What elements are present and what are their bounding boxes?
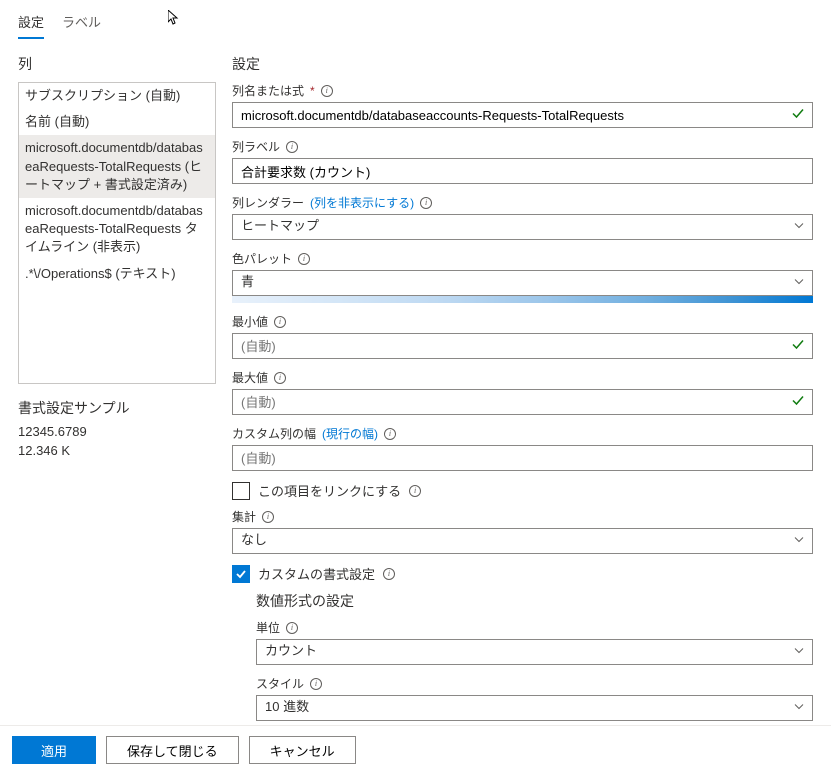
style-select[interactable]: 10 進数 [256,695,813,721]
info-icon[interactable]: i [286,141,298,153]
format-sample-title: 書式設定サンプル [18,398,216,418]
column-item[interactable]: 名前 (自動) [19,109,215,135]
custom-format-checkbox[interactable] [232,565,250,583]
info-icon[interactable]: i [262,511,274,523]
info-icon[interactable]: i [321,85,333,97]
width-input[interactable] [232,445,813,471]
tab-settings[interactable]: 設定 [18,8,44,39]
info-icon[interactable]: i [383,568,395,580]
renderer-label: 列レンダラー [232,194,304,211]
format-sample-value: 12345.6789 [18,424,216,439]
cursor-icon [168,10,180,26]
info-icon[interactable]: i [274,372,286,384]
link-item-checkbox[interactable] [232,482,250,500]
cancel-button[interactable]: キャンセル [249,736,356,764]
info-icon[interactable]: i [409,485,421,497]
format-sample-value: 12.346 K [18,443,216,458]
check-icon [791,394,805,411]
required-mark: * [310,84,315,98]
palette-label: 色パレット [232,250,292,267]
info-icon[interactable]: i [274,316,286,328]
min-label: 最小値 [232,313,268,330]
number-format-title: 数値形式の設定 [256,591,813,611]
min-input[interactable] [232,333,813,359]
column-item[interactable]: microsoft.documentdb/databaseaRequests-T… [19,135,215,198]
info-icon[interactable]: i [286,622,298,634]
column-item[interactable]: サブスクリプション (自動) [19,83,215,109]
max-label: 最大値 [232,369,268,386]
save-close-button[interactable]: 保存して閉じる [106,736,239,764]
tab-labels[interactable]: ラベル [62,8,101,39]
palette-preview [232,295,813,303]
info-icon[interactable]: i [420,197,432,209]
column-label-input[interactable] [232,158,813,184]
unit-label: 単位 [256,619,280,636]
info-icon[interactable]: i [298,253,310,265]
column-item[interactable]: microsoft.documentdb/databaseaRequests-T… [19,198,215,261]
link-item-label: この項目をリンクにする [258,481,401,500]
unit-select[interactable]: カウント [256,639,813,665]
max-input[interactable] [232,389,813,415]
custom-format-label: カスタムの書式設定 [258,564,375,583]
aggregation-select[interactable]: なし [232,528,813,554]
width-label: カスタム列の幅 [232,425,316,442]
current-width-link[interactable]: (現行の幅) [322,425,378,442]
palette-select[interactable]: 青 [232,270,813,296]
renderer-select[interactable]: ヒートマップ [232,214,813,240]
column-item[interactable]: .*\/Operations$ (テキスト) [19,261,215,287]
style-label: スタイル [256,675,304,692]
hide-column-link[interactable]: (列を非表示にする) [310,194,414,211]
info-icon[interactable]: i [384,428,396,440]
aggregation-label: 集計 [232,508,256,525]
check-icon [791,107,805,124]
column-name-label: 列名または式 [232,82,304,99]
footer: 適用 保存して閉じる キャンセル [0,725,831,774]
column-list: サブスクリプション (自動) 名前 (自動) microsoft.documen… [18,82,216,384]
settings-title: 設定 [232,54,813,74]
tabs: 設定 ラベル [0,0,831,40]
column-name-input[interactable] [232,102,813,128]
info-icon[interactable]: i [310,678,322,690]
columns-title: 列 [18,54,216,74]
check-icon [791,338,805,355]
apply-button[interactable]: 適用 [12,736,96,764]
column-label-label: 列ラベル [232,138,280,155]
